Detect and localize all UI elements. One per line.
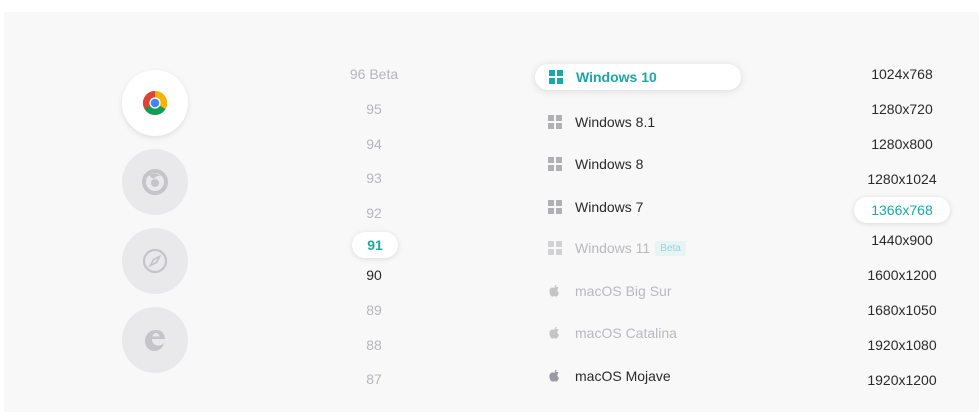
resolution-item-selected[interactable]: 1366x768 <box>854 197 950 223</box>
os-label: Windows 11 <box>575 240 651 256</box>
resolution-item[interactable]: 1440x900 <box>854 230 950 250</box>
os-item[interactable]: Windows 8.1 <box>548 111 655 133</box>
version-item[interactable]: 96 Beta <box>344 64 404 84</box>
windows-icon <box>548 115 562 129</box>
chrome-icon <box>142 90 168 116</box>
version-item[interactable]: 95 <box>344 99 404 119</box>
version-item[interactable]: 88 <box>344 335 404 355</box>
browser-safari[interactable] <box>122 228 188 294</box>
windows-icon <box>548 157 562 171</box>
os-item[interactable]: macOS Mojave <box>548 365 671 387</box>
version-item[interactable]: 92 <box>344 203 404 223</box>
os-item[interactable]: Windows 8 <box>548 153 643 175</box>
apple-icon <box>548 284 562 298</box>
os-label: macOS Catalina <box>575 325 677 341</box>
resolution-item[interactable]: 1024x768 <box>854 64 950 84</box>
os-item[interactable]: Windows 11 Beta <box>548 237 686 259</box>
resolution-item[interactable]: 1280x1024 <box>854 169 950 189</box>
beta-badge: Beta <box>655 240 686 256</box>
resolution-item[interactable]: 1680x1050 <box>854 300 950 320</box>
os-item-selected[interactable]: Windows 10 <box>535 64 741 90</box>
windows-icon <box>548 200 562 214</box>
resolution-item[interactable]: 1920x1200 <box>854 370 950 390</box>
apple-icon <box>548 369 562 383</box>
resolution-item[interactable]: 1600x1200 <box>854 265 950 285</box>
os-label: macOS Mojave <box>575 368 671 384</box>
browser-firefox[interactable] <box>122 149 188 215</box>
windows-icon <box>548 241 562 255</box>
browser-edge[interactable] <box>122 307 188 373</box>
browser-chrome[interactable] <box>122 70 188 136</box>
windows-icon <box>549 70 563 84</box>
os-item[interactable]: macOS Big Sur <box>548 280 671 302</box>
browser-config-panel: 96 Beta 95 94 93 92 91 90 89 88 87 Windo… <box>4 12 979 412</box>
version-item[interactable]: 93 <box>344 168 404 188</box>
os-item[interactable]: macOS Catalina <box>548 322 677 344</box>
version-item[interactable]: 90 <box>344 265 404 285</box>
version-item[interactable]: 94 <box>344 134 404 154</box>
os-label: Windows 7 <box>575 199 644 215</box>
firefox-icon <box>142 169 168 195</box>
os-label: macOS Big Sur <box>575 283 672 299</box>
os-label: Windows 8.1 <box>575 114 656 130</box>
os-label: Windows 8 <box>575 156 644 172</box>
edge-icon <box>142 327 168 353</box>
apple-icon <box>548 326 562 340</box>
version-item[interactable]: 89 <box>344 300 404 320</box>
os-label: Windows 10 <box>576 69 657 85</box>
resolution-item[interactable]: 1280x800 <box>854 134 950 154</box>
os-item[interactable]: Windows 7 <box>548 196 643 218</box>
version-item-selected[interactable]: 91 <box>352 232 398 258</box>
safari-icon <box>142 248 168 274</box>
version-item[interactable]: 87 <box>344 369 404 389</box>
resolution-item[interactable]: 1280x720 <box>854 99 950 119</box>
resolution-item[interactable]: 1920x1080 <box>854 335 950 355</box>
